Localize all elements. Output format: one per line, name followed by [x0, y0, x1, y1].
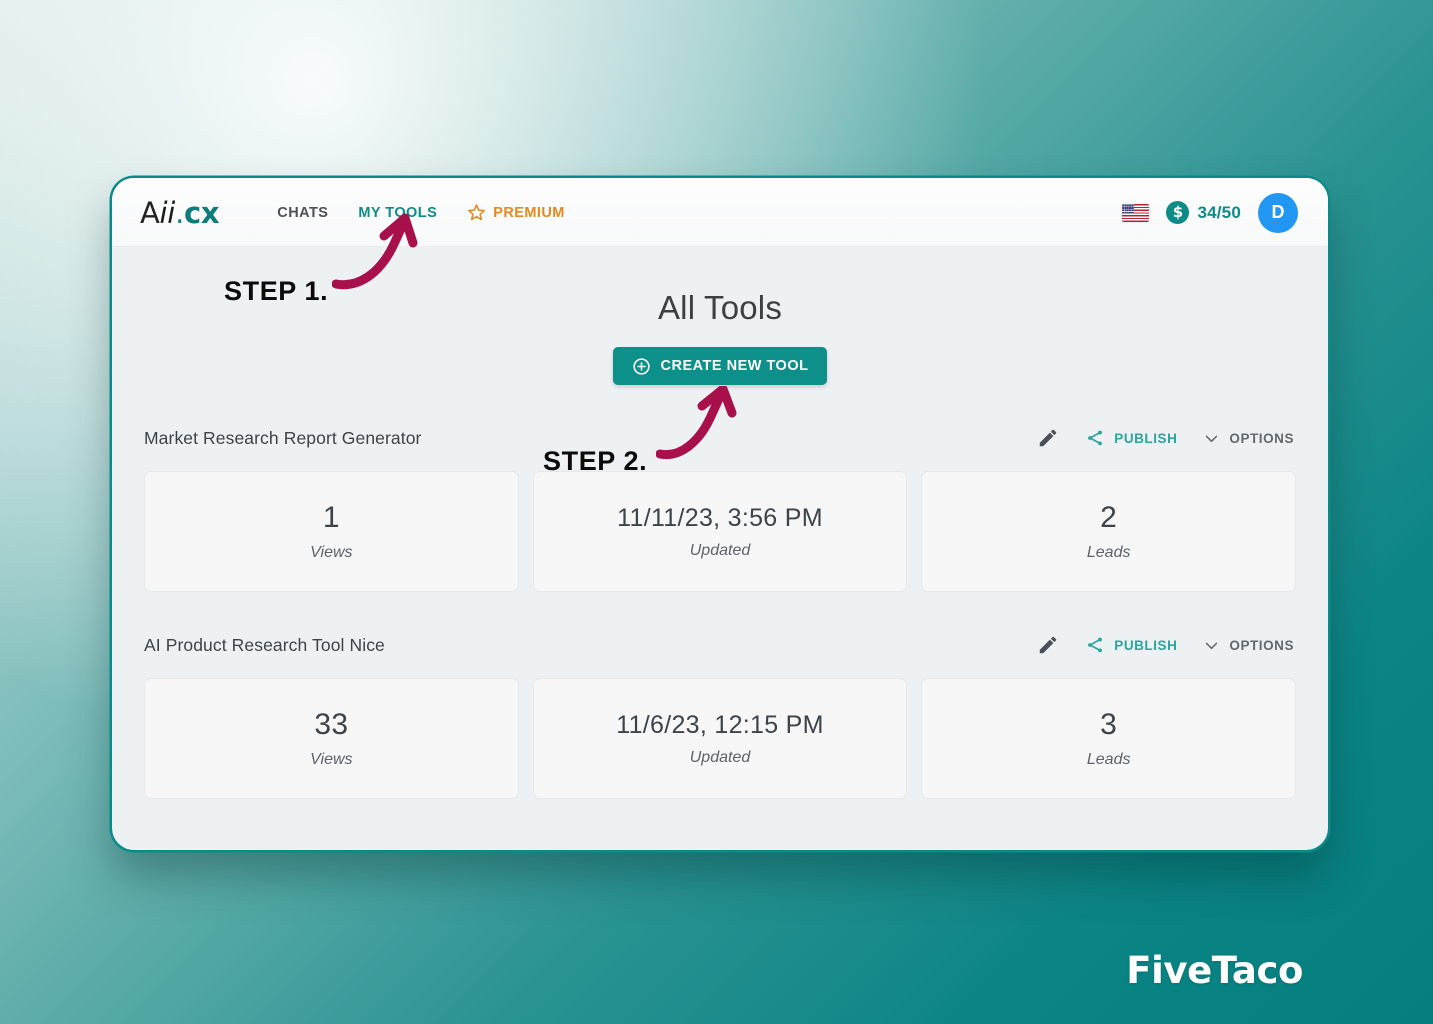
tool-header: AI Product Research Tool Nice PUBLISH OP… [144, 630, 1296, 660]
logo-part-cx: cx [183, 195, 220, 230]
tool-actions: PUBLISH OPTIONS [1037, 427, 1294, 449]
stat-label: Leads [1086, 751, 1131, 768]
stat-label: Updated [689, 541, 751, 559]
options-button[interactable]: OPTIONS [1203, 430, 1294, 447]
chevron-down-icon [1206, 642, 1218, 649]
stat-value: 33 [314, 708, 349, 741]
plus-circle-icon [632, 357, 650, 375]
publish-button[interactable]: PUBLISH [1085, 428, 1177, 448]
pencil-icon [1040, 636, 1057, 654]
stat-card-views: 33 Views [144, 678, 519, 799]
main-nav: CHATS MY TOOLS PREMIUM [277, 203, 565, 222]
tool-name: Market Research Report Generator [144, 427, 422, 448]
step-1-label: STEP 1. [224, 276, 329, 306]
us-flag-icon[interactable] [1122, 203, 1150, 222]
tool-row: AI Product Research Tool Nice PUBLISH OP… [144, 630, 1297, 799]
user-avatar[interactable]: D [1258, 192, 1298, 233]
publish-label: PUBLISH [1114, 430, 1178, 446]
tool-stats: 33 Views 11/6/23, 12:15 PM Updated 3 Lea… [144, 678, 1297, 799]
stat-card-views: 1 Views [144, 471, 519, 592]
stat-label: Updated [689, 748, 751, 766]
logo-dot: . [175, 195, 184, 230]
share-icon [1088, 637, 1103, 653]
stat-value: 1 [322, 501, 340, 534]
publish-button[interactable]: PUBLISH [1085, 635, 1177, 655]
share-icon [1088, 430, 1103, 446]
options-button[interactable]: OPTIONS [1203, 637, 1294, 654]
stat-card-leads: 2 Leads [921, 471, 1297, 592]
app-logo[interactable]: Aii.cx [140, 195, 220, 230]
credits-value: 34/50 [1197, 202, 1241, 222]
stat-label: Views [310, 544, 353, 561]
logo-part-ii: ii [159, 195, 176, 230]
stat-card-updated: 11/6/23, 12:15 PM Updated [532, 678, 908, 799]
nav-item-chats[interactable]: CHATS [277, 205, 328, 221]
pencil-icon [1040, 429, 1057, 447]
options-label: OPTIONS [1229, 430, 1294, 446]
avatar-initial: D [1271, 202, 1285, 222]
header-right-controls: $ 34/50 D [1122, 192, 1298, 233]
edit-tool-button[interactable] [1037, 427, 1059, 449]
logo-part-a: A [140, 195, 160, 230]
create-new-tool-button[interactable]: CREATE NEW TOOL [612, 347, 828, 385]
edit-tool-button[interactable] [1037, 634, 1059, 656]
fivetaco-watermark: FiveTaco [1126, 949, 1303, 992]
dollar-coin-icon: $ [1166, 201, 1190, 224]
create-button-label: CREATE NEW TOOL [660, 358, 809, 374]
stat-value: 11/6/23, 12:15 PM [616, 710, 824, 739]
stat-label: Leads [1086, 544, 1131, 561]
stat-card-leads: 3 Leads [921, 678, 1297, 799]
options-label: OPTIONS [1229, 637, 1294, 653]
nav-item-my-tools[interactable]: MY TOOLS [358, 205, 437, 221]
app-header: Aii.cx CHATS MY TOOLS PREMIUM $ 34/50 D [112, 178, 1328, 247]
main-content: All Tools CREATE NEW TOOL Market Researc… [112, 247, 1328, 850]
stat-value: 11/11/23, 3:56 PM [617, 503, 823, 532]
stat-label: Views [310, 751, 353, 768]
credits-indicator[interactable]: $ 34/50 [1166, 201, 1241, 224]
create-button-container: CREATE NEW TOOL [144, 347, 1296, 385]
star-icon [468, 204, 486, 221]
stat-value: 2 [1100, 501, 1118, 534]
nav-item-premium[interactable]: PREMIUM [467, 203, 565, 222]
nav-premium-label: PREMIUM [493, 204, 565, 221]
step-2-label: STEP 2. [543, 446, 648, 476]
publish-label: PUBLISH [1114, 637, 1178, 653]
tool-stats: 1 Views 11/11/23, 3:56 PM Updated 2 Lead… [144, 471, 1297, 592]
tool-name: AI Product Research Tool Nice [144, 634, 385, 655]
tool-header: Market Research Report Generator PUBLISH… [144, 423, 1296, 453]
tool-row: Market Research Report Generator PUBLISH… [144, 423, 1297, 592]
chevron-down-icon [1206, 435, 1218, 442]
tool-actions: PUBLISH OPTIONS [1037, 634, 1294, 656]
stat-card-updated: 11/11/23, 3:56 PM Updated [532, 471, 908, 592]
stat-value: 3 [1100, 708, 1118, 741]
